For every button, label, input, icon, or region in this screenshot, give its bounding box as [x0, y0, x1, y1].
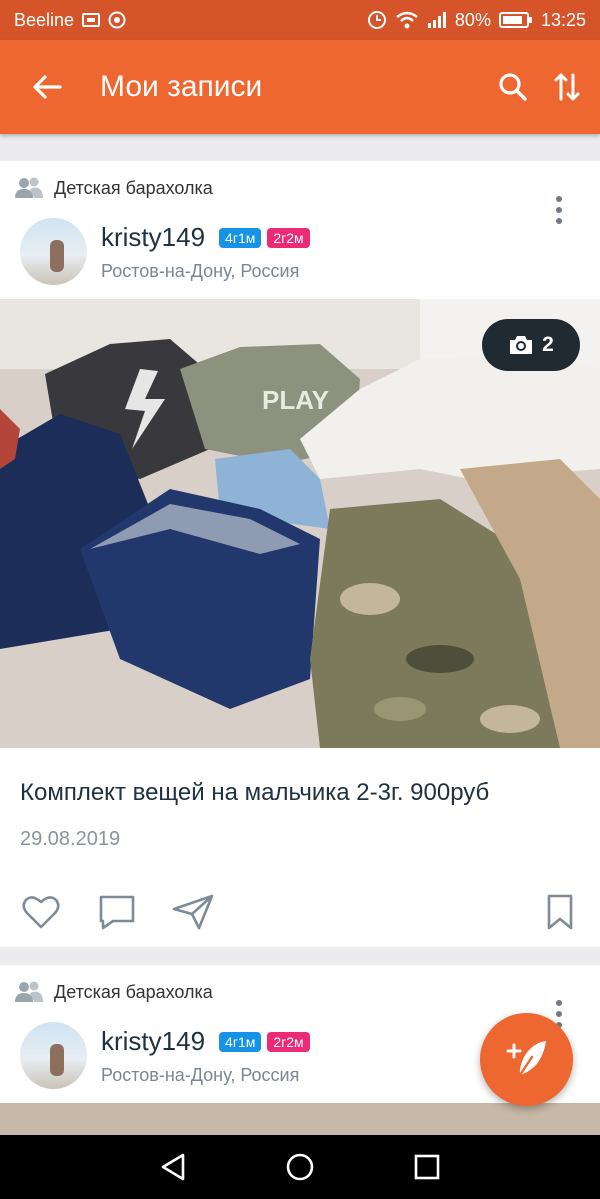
more-dots-icon: [556, 1000, 562, 1006]
sort-arrows-icon: [554, 73, 580, 101]
back-button[interactable]: [20, 60, 74, 114]
wifi-icon: [395, 11, 419, 29]
share-icon: [172, 894, 214, 930]
child-age-badge: 4г1м: [219, 227, 262, 248]
photo-count-badge[interactable]: 2: [482, 319, 580, 371]
avatar[interactable]: [20, 218, 87, 285]
new-post-fab[interactable]: [480, 1013, 573, 1106]
group-name[interactable]: Детская барахолка: [54, 982, 213, 1003]
author-name[interactable]: kristy149: [101, 222, 205, 253]
bookmark-icon: [547, 894, 573, 930]
sort-button[interactable]: [540, 60, 594, 114]
share-button[interactable]: [170, 889, 216, 935]
page-title: Мои записи: [100, 70, 263, 103]
signal-icon: [427, 11, 447, 29]
search-button[interactable]: [486, 60, 540, 114]
post-actions: [0, 889, 600, 935]
sim-card-icon: [82, 13, 101, 27]
comment-button[interactable]: [94, 889, 140, 935]
home-circle-icon: [286, 1153, 314, 1181]
post-date: 29.08.2019: [20, 828, 121, 850]
more-options-button[interactable]: [544, 195, 574, 225]
status-left: Beeline: [14, 10, 126, 31]
avatar[interactable]: [20, 1022, 87, 1089]
group-icon: [15, 177, 43, 198]
search-icon: [499, 73, 527, 101]
post-photo[interactable]: [0, 1103, 600, 1135]
child-age-badge: 2г2м: [267, 1031, 310, 1052]
battery-percent: 80%: [454, 9, 491, 30]
comment-icon: [99, 895, 135, 930]
like-button[interactable]: [18, 889, 64, 935]
photo-count: 2: [542, 333, 554, 356]
group-row[interactable]: Детская барахолка: [14, 177, 213, 199]
group-icon: [15, 981, 43, 1002]
status-bar: Beeline 80% 13:25: [0, 0, 600, 40]
svg-text:PLAY: PLAY: [262, 385, 329, 415]
bookmark-button[interactable]: [537, 889, 583, 935]
carrier-label: Beeline: [14, 9, 75, 30]
post-photo[interactable]: PLAY 2: [0, 299, 600, 748]
heart-icon: [22, 896, 60, 929]
nav-recents-button[interactable]: [407, 1147, 447, 1187]
chrome-icon: [108, 11, 126, 29]
group-name[interactable]: Детская барахолка: [54, 178, 213, 199]
back-triangle-icon: [162, 1153, 185, 1181]
recents-square-icon: [414, 1154, 439, 1180]
author-location: Ростов-на-Дону, Россия: [101, 1065, 300, 1085]
more-dots-icon: [556, 196, 562, 202]
nav-back-button[interactable]: [153, 1147, 193, 1187]
post-text[interactable]: Комплект вещей на мальчика 2-3г. 900руб: [20, 779, 489, 807]
author-location: Ростов-на-Дону, Россия: [101, 261, 300, 281]
system-nav-bar: [0, 1135, 600, 1199]
app-bar: Мои записи: [0, 40, 600, 134]
arrow-left-icon: [33, 75, 62, 99]
author-name[interactable]: kristy149: [101, 1026, 205, 1057]
status-right: 80% 13:25: [367, 10, 586, 31]
post-card: Детская барахолка kristy149 4г1м 2г2м Ро…: [0, 161, 600, 947]
child-age-badge: 2г2м: [267, 227, 310, 248]
group-row[interactable]: Детская барахолка: [14, 981, 213, 1003]
child-age-badge: 4г1м: [219, 1031, 262, 1052]
author-info: kristy149 4г1м 2г2м Ростов-на-Дону, Росс…: [101, 1026, 310, 1089]
author-name-line: kristy149 4г1м 2г2м: [101, 1026, 310, 1057]
battery-icon: [498, 11, 533, 29]
nav-home-button[interactable]: [280, 1147, 320, 1187]
author-name-line: kristy149 4г1м 2г2м: [101, 222, 310, 253]
alarm-icon: [367, 10, 387, 30]
author-info: kristy149 4г1м 2г2м Ростов-на-Дону, Росс…: [101, 222, 310, 285]
camera-icon: [510, 336, 533, 354]
author-block[interactable]: kristy149 4г1м 2г2м Ростов-на-Дону, Росс…: [20, 1022, 310, 1089]
feather-plus-icon: [506, 1040, 546, 1082]
clock: 13:25: [540, 9, 586, 30]
author-block[interactable]: kristy149 4г1м 2г2м Ростов-на-Дону, Росс…: [20, 218, 310, 285]
